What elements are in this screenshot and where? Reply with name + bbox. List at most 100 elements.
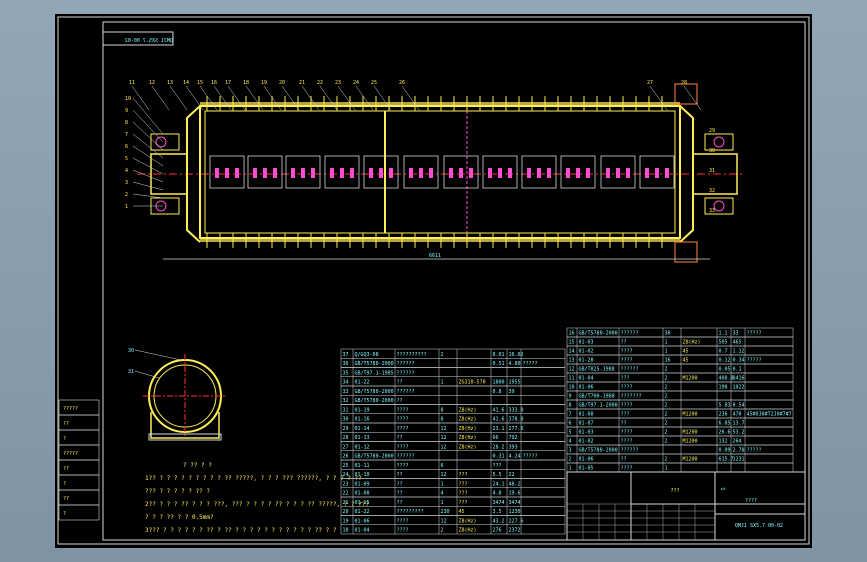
parts-row <box>566 426 794 437</box>
parts-cell: 01-08 <box>579 412 594 418</box>
balloon-label: 6 <box>125 144 128 150</box>
parts-cell: GB/T700-1988 <box>579 394 615 400</box>
parts-cell: ???? <box>621 439 633 445</box>
parts-cell: 2 <box>441 528 444 534</box>
drawing-sheet: QMJ1 SX5.7 00-02 ??????????????????? 661… <box>55 14 812 548</box>
balloon-leader <box>185 85 204 111</box>
parts-cell: 30 <box>343 417 349 423</box>
parts-cell: 14 <box>569 349 575 355</box>
lifter-bar <box>263 168 267 178</box>
parts-cell: Z8(Hz) <box>459 518 477 524</box>
parts-cell: ???? <box>397 407 409 413</box>
lifter-bar <box>429 168 433 178</box>
parts-cell: 276 <box>493 528 502 534</box>
parts-cell: ????????? <box>397 509 424 515</box>
parts-cell: GB/T5780-2000 <box>355 389 394 395</box>
parts-cell: 4 <box>569 439 572 445</box>
parts-cell: 01-05 <box>579 466 594 472</box>
parts-cell: 01-03 <box>579 340 594 346</box>
parts-cell: 264 <box>733 439 742 445</box>
parts-row <box>566 345 794 356</box>
parts-cell: ?? <box>397 491 403 497</box>
parts-cell: 26.6 <box>719 430 731 436</box>
parts-cell: 35 <box>343 370 349 376</box>
note-line-2: ??? ? ? ? ? ? ?? ? <box>145 488 210 495</box>
parts-cell: 12 <box>441 435 447 441</box>
parts-cell: 227.6 <box>509 518 524 524</box>
left-strip-text: ?? <box>63 421 69 427</box>
left-strip-text: ? <box>63 511 66 517</box>
parts-cell: 2 <box>665 385 668 391</box>
lifter-bar <box>626 168 630 178</box>
balloon-label: 8 <box>125 120 128 126</box>
balloon-label: 1 <box>125 204 128 210</box>
parts-cell: M1200 <box>683 430 698 436</box>
parts-cell: ???? <box>397 444 409 450</box>
parts-cell: 4.8 <box>493 491 502 497</box>
drawing-code-mirrored: QMJ1 SX5.7 00-02 <box>125 38 173 44</box>
parts-cell: 6.85 <box>719 421 731 427</box>
parts-cell: 32 <box>343 398 349 404</box>
parts-cell: 12 <box>441 518 447 524</box>
parts-cell: 4.80 <box>509 361 521 367</box>
parts-cell: ?????????? <box>397 352 427 358</box>
parts-cell: 36 <box>343 361 349 367</box>
parts-cell: ????? <box>747 331 762 337</box>
parts-cell: 13 <box>569 358 575 364</box>
parts-cell: ???? <box>621 430 633 436</box>
parts-cell: GB/T5780-2000 <box>579 331 618 337</box>
balloon-label: 25 <box>371 80 377 86</box>
parts-cell: 10 <box>569 385 575 391</box>
parts-cell: 5 <box>569 430 572 436</box>
parts-cell: ??????? <box>621 394 642 400</box>
parts-row <box>340 469 566 479</box>
parts-cell: 8 <box>569 403 572 409</box>
parts-cell: 8416 <box>733 376 745 382</box>
parts-cell: 24.1 <box>493 481 505 487</box>
parts-cell: ?? <box>397 472 403 478</box>
parts-cell: 01-08 <box>355 491 370 497</box>
section-leader-1 <box>134 349 182 361</box>
parts-cell: ?? <box>397 481 403 487</box>
parts-cell: 12 <box>569 367 575 373</box>
left-strip-text: ?? <box>63 466 69 472</box>
parts-cell: 45 <box>683 349 689 355</box>
drawing-code: QMJ1 SX5.7 00-02 <box>735 523 783 529</box>
lifter-bar <box>547 168 551 178</box>
parts-cell: 01-14 <box>355 426 370 432</box>
parts-cell: ???? <box>621 466 633 472</box>
parts-cell: 2.78 <box>733 448 745 454</box>
parts-cell: 12 <box>441 444 447 450</box>
parts-cell: ??? <box>621 412 630 418</box>
parts-cell: ?? <box>621 457 627 463</box>
parts-cell: ???? <box>397 463 409 469</box>
parts-cell: 01-22 <box>355 509 370 515</box>
section-label-1: 30 <box>128 348 134 354</box>
parts-cell: 3 <box>569 448 572 454</box>
parts-cell: ?????? <box>397 370 415 376</box>
parts-cell: Z8(Hz) <box>459 407 477 413</box>
parts-row <box>566 381 794 392</box>
parts-cell: 8.01 <box>493 352 505 358</box>
parts-row <box>340 376 566 387</box>
parts-cell: ?????? <box>397 389 415 395</box>
lifter-bar <box>655 168 659 178</box>
parts-cell: 2 <box>665 376 668 382</box>
lifter-bar <box>645 168 649 178</box>
assembly-drawing: QMJ1 SX5.7 00-02 ??????????????????? 661… <box>57 16 810 545</box>
parts-cell: 1231 <box>733 457 745 463</box>
balloon-label: 2 <box>125 192 128 198</box>
cad-viewport: QMJ1 SX5.7 00-02 ??????????????????? 661… <box>0 0 867 562</box>
left-strip-text: ?? <box>63 496 69 502</box>
parts-cell: 2 <box>665 457 668 463</box>
parts-cell: 393 <box>509 444 518 450</box>
parts-cell: 408.8 <box>719 376 734 382</box>
parts-cell: ???? <box>621 349 633 355</box>
lifter-bar <box>273 168 277 178</box>
lifter-bar <box>225 168 229 178</box>
balloon-label: 31 <box>709 168 715 174</box>
parts-cell: 7 <box>569 412 572 418</box>
parts-cell: 5.83 <box>719 403 731 409</box>
balloon-label: 32 <box>709 188 715 194</box>
parts-cell: 12 <box>441 472 447 478</box>
